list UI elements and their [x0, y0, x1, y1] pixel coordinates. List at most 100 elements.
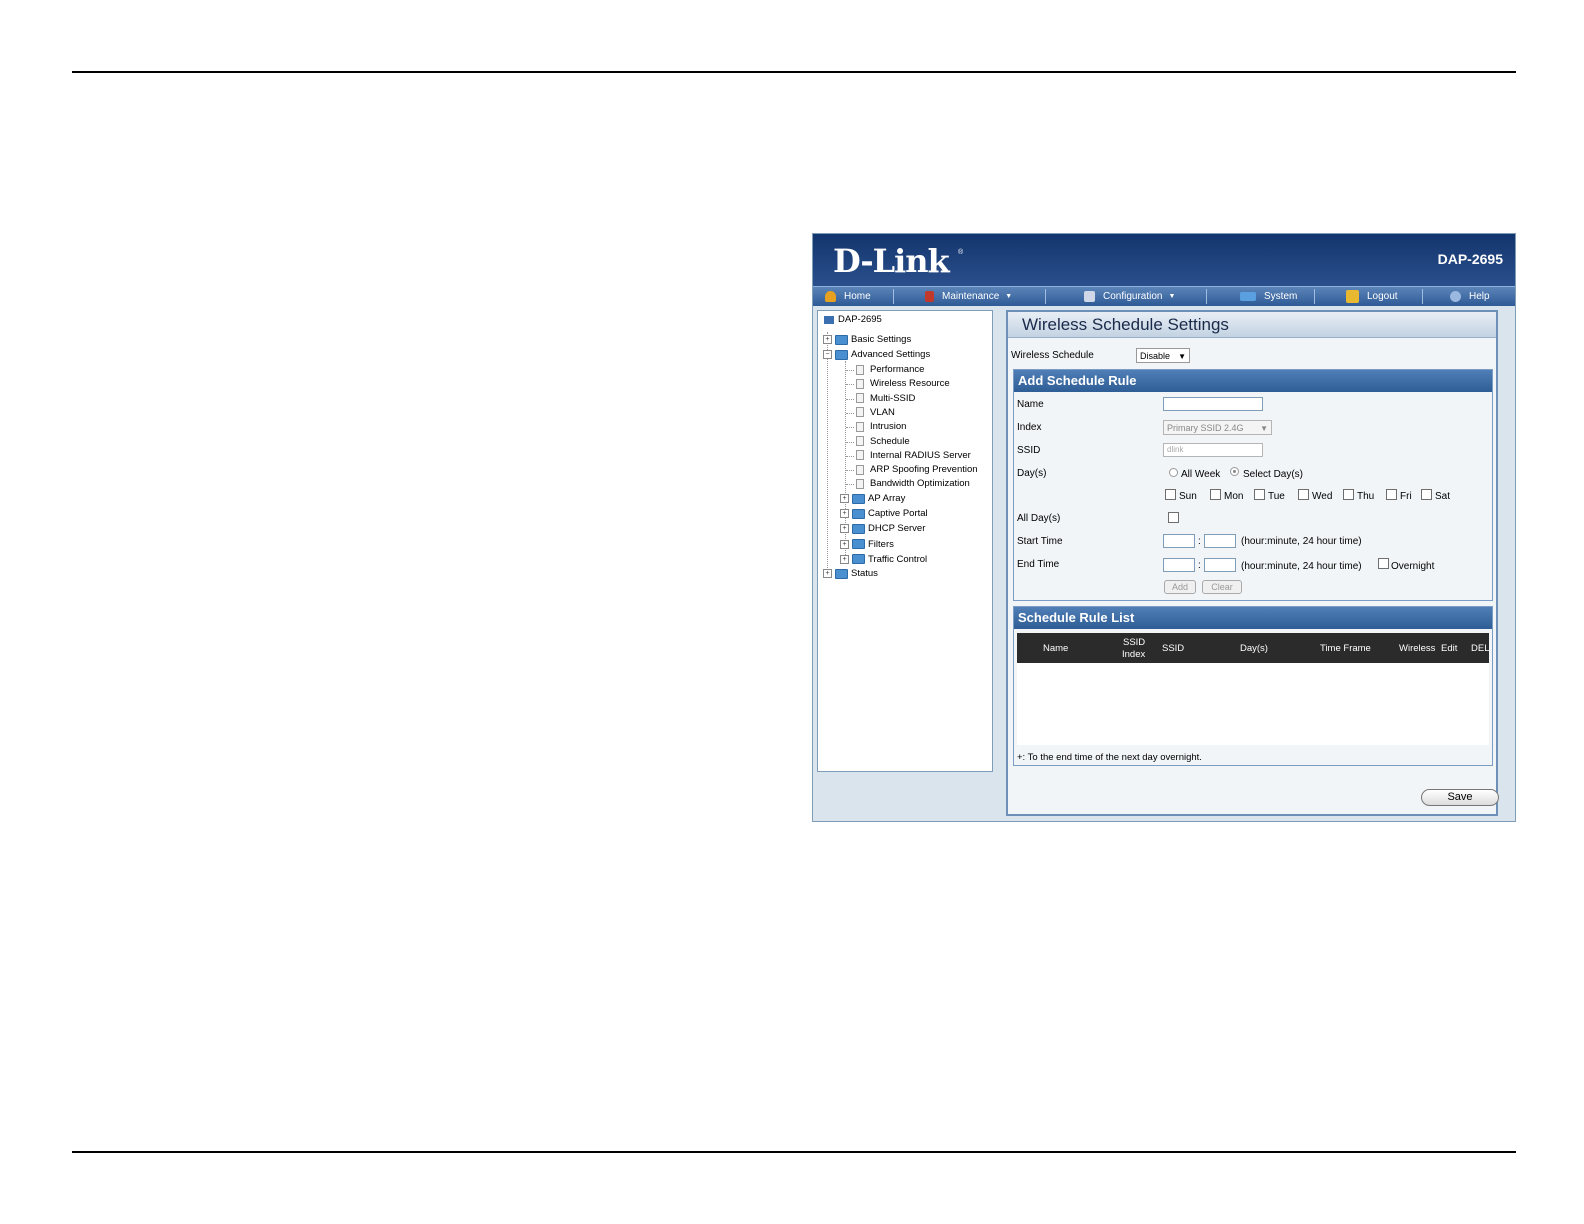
day-checkbox[interactable]	[1386, 489, 1397, 500]
tree-item[interactable]: Schedule	[856, 436, 910, 447]
expand-plus-icon[interactable]: +	[840, 524, 849, 534]
all-week-label: All Week	[1181, 469, 1221, 480]
tree-guide	[846, 398, 854, 400]
chevron-down-icon: ▼	[1260, 424, 1268, 433]
chevron-down-icon: ▼	[1005, 293, 1013, 300]
name-label: Name	[1017, 399, 1044, 410]
index-select[interactable]: Primary SSID 2.4G ▼	[1163, 420, 1272, 435]
tree-item[interactable]: ARP Spoofing Prevention	[856, 464, 978, 475]
folder-icon	[852, 554, 865, 565]
nav-system-label: System	[1264, 291, 1298, 302]
wireless-schedule-label: Wireless Schedule	[1011, 350, 1094, 361]
tree-status[interactable]: + Status	[823, 568, 878, 579]
computer-icon	[824, 315, 834, 324]
dlink-logo: D-Link	[833, 242, 950, 280]
tree-folder[interactable]: + Traffic Control	[840, 554, 927, 565]
start-minute-input[interactable]	[1204, 534, 1236, 548]
tree-advanced-settings[interactable]: − Advanced Settings	[823, 349, 930, 360]
select-days-label: Select Day(s)	[1243, 469, 1304, 480]
tree-item[interactable]: Wireless Resource	[856, 378, 950, 389]
end-minute-input[interactable]	[1204, 558, 1236, 572]
folder-icon	[852, 508, 865, 519]
day-checkbox[interactable]	[1343, 489, 1354, 500]
expand-plus-icon[interactable]: +	[823, 569, 832, 578]
page-icon	[856, 421, 864, 432]
nav-system[interactable]: System	[1240, 287, 1297, 306]
nav-separator	[1206, 289, 1207, 304]
col-ssid-index-bottom: Index	[1122, 649, 1146, 660]
end-time-separator: :	[1198, 560, 1201, 571]
save-button[interactable]: Save	[1421, 789, 1499, 806]
expand-plus-icon[interactable]: +	[840, 509, 849, 519]
collapse-minus-icon[interactable]: −	[823, 350, 832, 359]
start-hour-input[interactable]	[1163, 534, 1195, 548]
tree-item[interactable]: Multi-SSID	[856, 393, 915, 404]
all-days-checkbox[interactable]	[1168, 512, 1179, 523]
chevron-down-icon: ▼	[1168, 293, 1176, 300]
page-icon	[856, 364, 864, 375]
nav-separator	[1422, 289, 1423, 304]
tree-folder[interactable]: + AP Array	[840, 493, 905, 504]
tree-folder[interactable]: + DHCP Server	[840, 523, 925, 534]
nav-bar: Home Maintenance ▼ Configuration ▼ Syste…	[813, 286, 1515, 306]
dlink-web-ui: D-Link ® DAP-2695 Home Maintenance ▼ Con…	[812, 233, 1516, 822]
main-panel: Wireless Schedule Settings Wireless Sche…	[1006, 310, 1499, 816]
expand-plus-icon[interactable]: +	[840, 539, 849, 549]
select-days-radio[interactable]	[1230, 467, 1239, 476]
tree-item[interactable]: VLAN	[856, 407, 895, 418]
ssid-input[interactable]: dlink	[1163, 443, 1263, 457]
expand-plus-icon[interactable]: +	[840, 554, 849, 564]
nav-logout[interactable]: Logout	[1346, 287, 1398, 306]
tree-item[interactable]: Bandwidth Optimization	[856, 478, 970, 489]
nav-configuration[interactable]: Configuration ▼	[1084, 287, 1175, 306]
page-icon	[856, 450, 864, 461]
clear-button[interactable]: Clear	[1202, 580, 1242, 594]
tree-root[interactable]: DAP-2695	[824, 314, 882, 325]
nav-separator	[893, 289, 894, 304]
tree-folder[interactable]: + Captive Portal	[840, 508, 928, 519]
day-checkbox[interactable]	[1298, 489, 1309, 500]
start-time-separator: :	[1198, 536, 1201, 547]
banner: D-Link ® DAP-2695	[813, 234, 1515, 286]
tree-folder[interactable]: + Filters	[840, 539, 894, 550]
tree-basic-settings[interactable]: + Basic Settings	[823, 334, 911, 345]
add-button[interactable]: Add	[1164, 580, 1196, 594]
page-icon	[856, 436, 864, 446]
all-days-label: All Day(s)	[1017, 513, 1061, 524]
page-title: Wireless Schedule Settings	[1008, 312, 1496, 338]
tree-folder-label: Filters	[868, 538, 894, 550]
tree-guide	[846, 384, 854, 386]
tree-folder-label: Captive Portal	[868, 508, 928, 520]
tree-item[interactable]: Intrusion	[856, 421, 906, 432]
all-week-radio[interactable]	[1169, 468, 1178, 477]
tree-root-label: DAP-2695	[838, 314, 882, 325]
ssid-label: SSID	[1017, 445, 1041, 456]
tree-guide	[846, 441, 854, 443]
day-checkbox[interactable]	[1165, 489, 1176, 500]
end-time-label: End Time	[1017, 559, 1060, 570]
tree-item-label: Wireless Resource	[870, 378, 950, 390]
tree-item[interactable]: Performance	[856, 364, 924, 375]
nav-home[interactable]: Home	[825, 287, 871, 306]
page-icon	[856, 378, 864, 389]
expand-plus-icon[interactable]: +	[823, 335, 832, 344]
end-hour-input[interactable]	[1163, 558, 1195, 572]
tree-item-label: Intrusion	[870, 421, 907, 433]
logout-icon	[1346, 290, 1359, 303]
tree-folder-label: Traffic Control	[868, 553, 928, 565]
model-name: DAP-2695	[1437, 251, 1503, 267]
nav-help[interactable]: Help	[1450, 287, 1490, 306]
day-checkbox[interactable]	[1254, 489, 1265, 500]
tree-item[interactable]: Internal RADIUS Server	[856, 450, 971, 461]
overnight-checkbox[interactable]	[1378, 558, 1389, 569]
nav-maintenance[interactable]: Maintenance ▼	[925, 287, 1012, 306]
tree-folder-label: DHCP Server	[868, 523, 926, 535]
page-icon	[856, 407, 864, 418]
page-icon	[856, 464, 864, 475]
expand-plus-icon[interactable]: +	[840, 494, 849, 503]
day-checkbox[interactable]	[1210, 489, 1221, 500]
wireless-schedule-select[interactable]: Disable ▼	[1136, 348, 1190, 363]
day-checkbox[interactable]	[1421, 489, 1432, 500]
name-input[interactable]	[1163, 397, 1263, 411]
col-ssid: SSID	[1162, 643, 1185, 654]
